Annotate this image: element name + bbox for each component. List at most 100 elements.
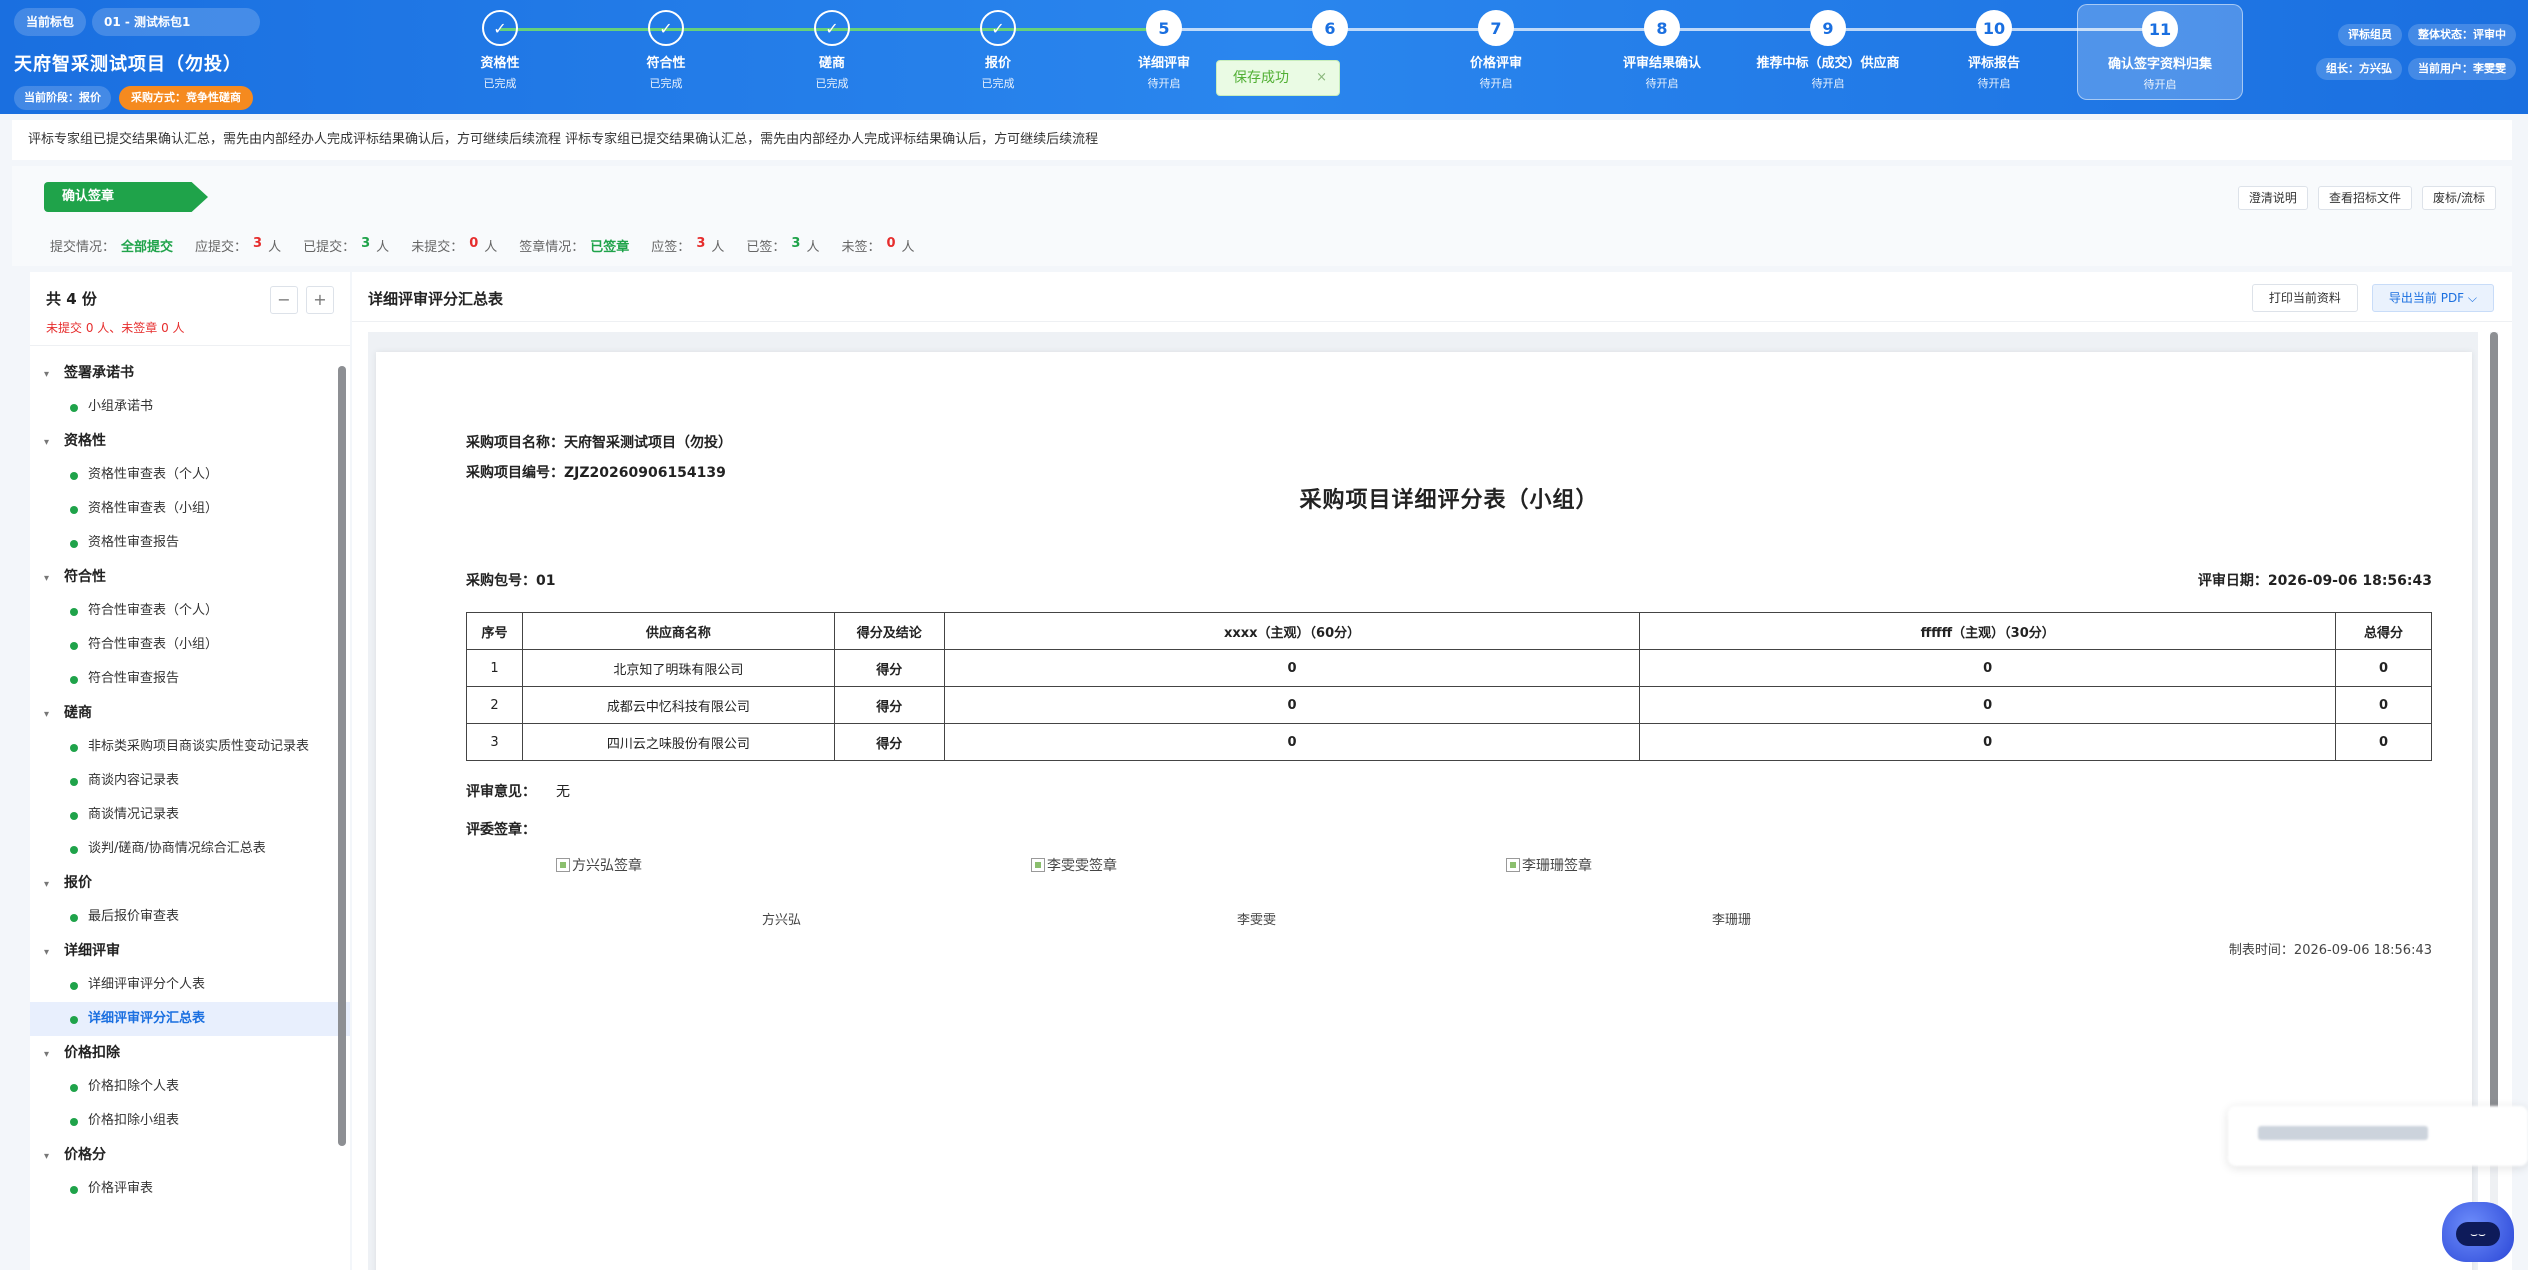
chevron-down-icon: ▾ (44, 709, 50, 720)
tree-group-label: 磋商 (64, 705, 92, 721)
tree-item-label: 资格性审查表（小组） (88, 501, 219, 516)
toast-text: 保存成功 (1233, 70, 1289, 86)
package-selector[interactable]: 01 - 测试标包1 (92, 8, 261, 36)
step-11[interactable]: 11 确认签字资料归集 待开启 (2077, 4, 2243, 100)
step-label: 确认签字资料归集 (2107, 57, 2212, 72)
stat-label: 已提交： (303, 240, 356, 255)
table-cell: 3 (466, 723, 523, 761)
tree-item[interactable]: 资格性审查表（小组） (30, 492, 350, 526)
tree-item[interactable]: 符合性审查表（个人） (30, 594, 350, 628)
table-cell: 0 (943, 686, 1641, 724)
table-cell: 0 (943, 723, 1641, 761)
opinion-row: 评审意见： 无 (466, 781, 2432, 801)
table-header-cell: 得分及结论 (833, 612, 945, 650)
floating-card[interactable] (2228, 1106, 2528, 1166)
document-page: 采购项目名称：天府智采测试项目（勿投） 采购项目编号：ZJZ2026090615… (376, 352, 2472, 1270)
step-number: 6 (1312, 10, 1348, 46)
step-number: 8 (1644, 10, 1680, 46)
collapse-all-button[interactable]: − (270, 286, 298, 314)
current-package-label: 当前标包 (14, 8, 87, 36)
step-label: 推荐中标（成交）供应商 (1756, 56, 1900, 71)
step-status: 待开启 (2143, 78, 2177, 91)
tree-item[interactable]: 符合性审查报告 (30, 662, 350, 696)
step-label: 评标报告 (1967, 56, 2020, 71)
tree-group[interactable]: ▾ 详细评审 (30, 934, 350, 968)
step-6[interactable]: 6 (1250, 10, 1410, 52)
tree-item-label: 价格扣除小组表 (88, 1113, 180, 1128)
top-header: 当前标包 01 - 测试标包1 天府智采测试项目（勿投） 当前阶段：报价 采购方式… (0, 0, 2528, 114)
stat-value: 全部提交 (121, 240, 174, 255)
step-8[interactable]: 8 评审结果确认 待开启 (1582, 10, 1742, 91)
close-icon[interactable]: × (1316, 61, 1327, 95)
tree-group[interactable]: ▾ 资格性 (30, 424, 350, 458)
tree-item[interactable]: 价格扣除小组表 (30, 1104, 350, 1138)
tree-group[interactable]: ▾ 签署承诺书 (30, 356, 350, 390)
tree-item[interactable]: 非标类采购项目商谈实质性变动记录表 (30, 730, 350, 764)
tree-item[interactable]: 详细评审评分个人表 (30, 968, 350, 1002)
step-label: 符合性 (646, 56, 686, 71)
stat-label: 未提交： (411, 240, 464, 255)
stat-label: 已签： (746, 240, 786, 255)
check-icon: ✓ (814, 10, 850, 46)
tree-item[interactable]: 价格扣除个人表 (30, 1070, 350, 1104)
stat-unit: 人 (711, 240, 725, 255)
tree-group-label: 资格性 (64, 433, 106, 449)
step-7[interactable]: 7 价格评审 待开启 (1416, 10, 1576, 91)
tree-item[interactable]: 价格评审表 (30, 1172, 350, 1206)
tree-group[interactable]: ▾ 报价 (30, 866, 350, 900)
step-label: 报价 (984, 56, 1011, 71)
document-sidebar: 共 4 份 未提交 0 人、未签章 0 人 − + ▾ 签署承诺书 小组承诺书 ▾ 资格… (30, 272, 350, 1270)
main-panel: 详细评审评分汇总表 打印当前资料 导出当前 PDF ⌵ 采购项目名称：天府智采测… (352, 272, 2512, 1270)
notice-bar: 评标专家组已提交结果确认汇总，需先由内部经办人完成评标结果确认后，方可继续后续流… (12, 120, 2512, 160)
step-number: 11 (2142, 11, 2178, 47)
step-2[interactable]: ✓ 符合性 已完成 (586, 10, 746, 91)
tree-item-label: 谈判/磋商/协商情况综合汇总表 (88, 841, 266, 856)
table-cell: 0 (2335, 686, 2432, 724)
sidebar-scrollbar[interactable] (338, 366, 346, 1146)
check-icon: ✓ (482, 10, 518, 46)
tree-group[interactable]: ▾ 符合性 (30, 560, 350, 594)
assistant-robot-icon[interactable]: ⌣⌣ (2438, 1196, 2518, 1266)
tree-item[interactable]: 资格性审查报告 (30, 526, 350, 560)
tree-item-label: 资格性审查报告 (88, 535, 180, 550)
tree-item[interactable]: 详细评审评分汇总表 (30, 1002, 350, 1036)
user-badge: 当前用户：李雯雯 (2408, 58, 2516, 80)
tree-item-label: 资格性审查表（个人） (88, 467, 219, 482)
table-cell: 北京知了明珠有限公司 (521, 649, 835, 687)
table-cell: 1 (466, 649, 523, 687)
tree-item[interactable]: 商谈内容记录表 (30, 764, 350, 798)
step-status: 已完成 (815, 77, 849, 90)
step-10[interactable]: 10 评标报告 待开启 (1914, 10, 2074, 91)
expand-all-button[interactable]: + (306, 286, 334, 314)
tree-group[interactable]: ▾ 价格扣除 (30, 1036, 350, 1070)
tree-item-label: 符合性审查表（小组） (88, 637, 219, 652)
stage-badge: 当前阶段：报价 (14, 86, 111, 110)
tree-item[interactable]: 商谈情况记录表 (30, 798, 350, 832)
stat-unit: 人 (484, 240, 498, 255)
step-label: 价格评审 (1469, 56, 1522, 71)
print-button[interactable]: 打印当前资料 (2251, 284, 2358, 312)
tree-item[interactable]: 谈判/磋商/协商情况综合汇总表 (30, 832, 350, 866)
save-success-toast: 保存成功 × (1216, 60, 1340, 96)
tree-item[interactable]: 资格性审查表（个人） (30, 458, 350, 492)
tree-group-label: 符合性 (64, 569, 106, 585)
tree-group-label: 价格分 (64, 1147, 106, 1163)
export-pdf-button[interactable]: 导出当前 PDF ⌵ (2371, 284, 2494, 312)
tree-group-label: 签署承诺书 (64, 365, 134, 381)
step-3[interactable]: ✓ 磋商 已完成 (752, 10, 912, 91)
step-9[interactable]: 9 推荐中标（成交）供应商 待开启 (1748, 10, 1908, 91)
tree-item-label: 详细评审评分汇总表 (88, 1011, 206, 1026)
tree-item[interactable]: 最后报价审查表 (30, 900, 350, 934)
abandon-button[interactable]: 废标/流标 (2421, 186, 2496, 210)
tree-group[interactable]: ▾ 价格分 (30, 1138, 350, 1172)
signature-alt-text: 方兴弘签章 (572, 858, 642, 874)
signature-alt-text: 李珊珊签章 (1522, 858, 1592, 874)
step-1[interactable]: ✓ 资格性 已完成 (420, 10, 580, 91)
tree-item[interactable]: 符合性审查表（小组） (30, 628, 350, 662)
step-4[interactable]: ✓ 报价 已完成 (918, 10, 1078, 91)
clarify-button[interactable]: 澄清说明 (2237, 186, 2308, 210)
tree-item[interactable]: 小组承诺书 (30, 390, 350, 424)
view-tender-button[interactable]: 查看招标文件 (2317, 186, 2412, 210)
opinion-label: 评审意见： (466, 784, 536, 800)
tree-group[interactable]: ▾ 磋商 (30, 696, 350, 730)
